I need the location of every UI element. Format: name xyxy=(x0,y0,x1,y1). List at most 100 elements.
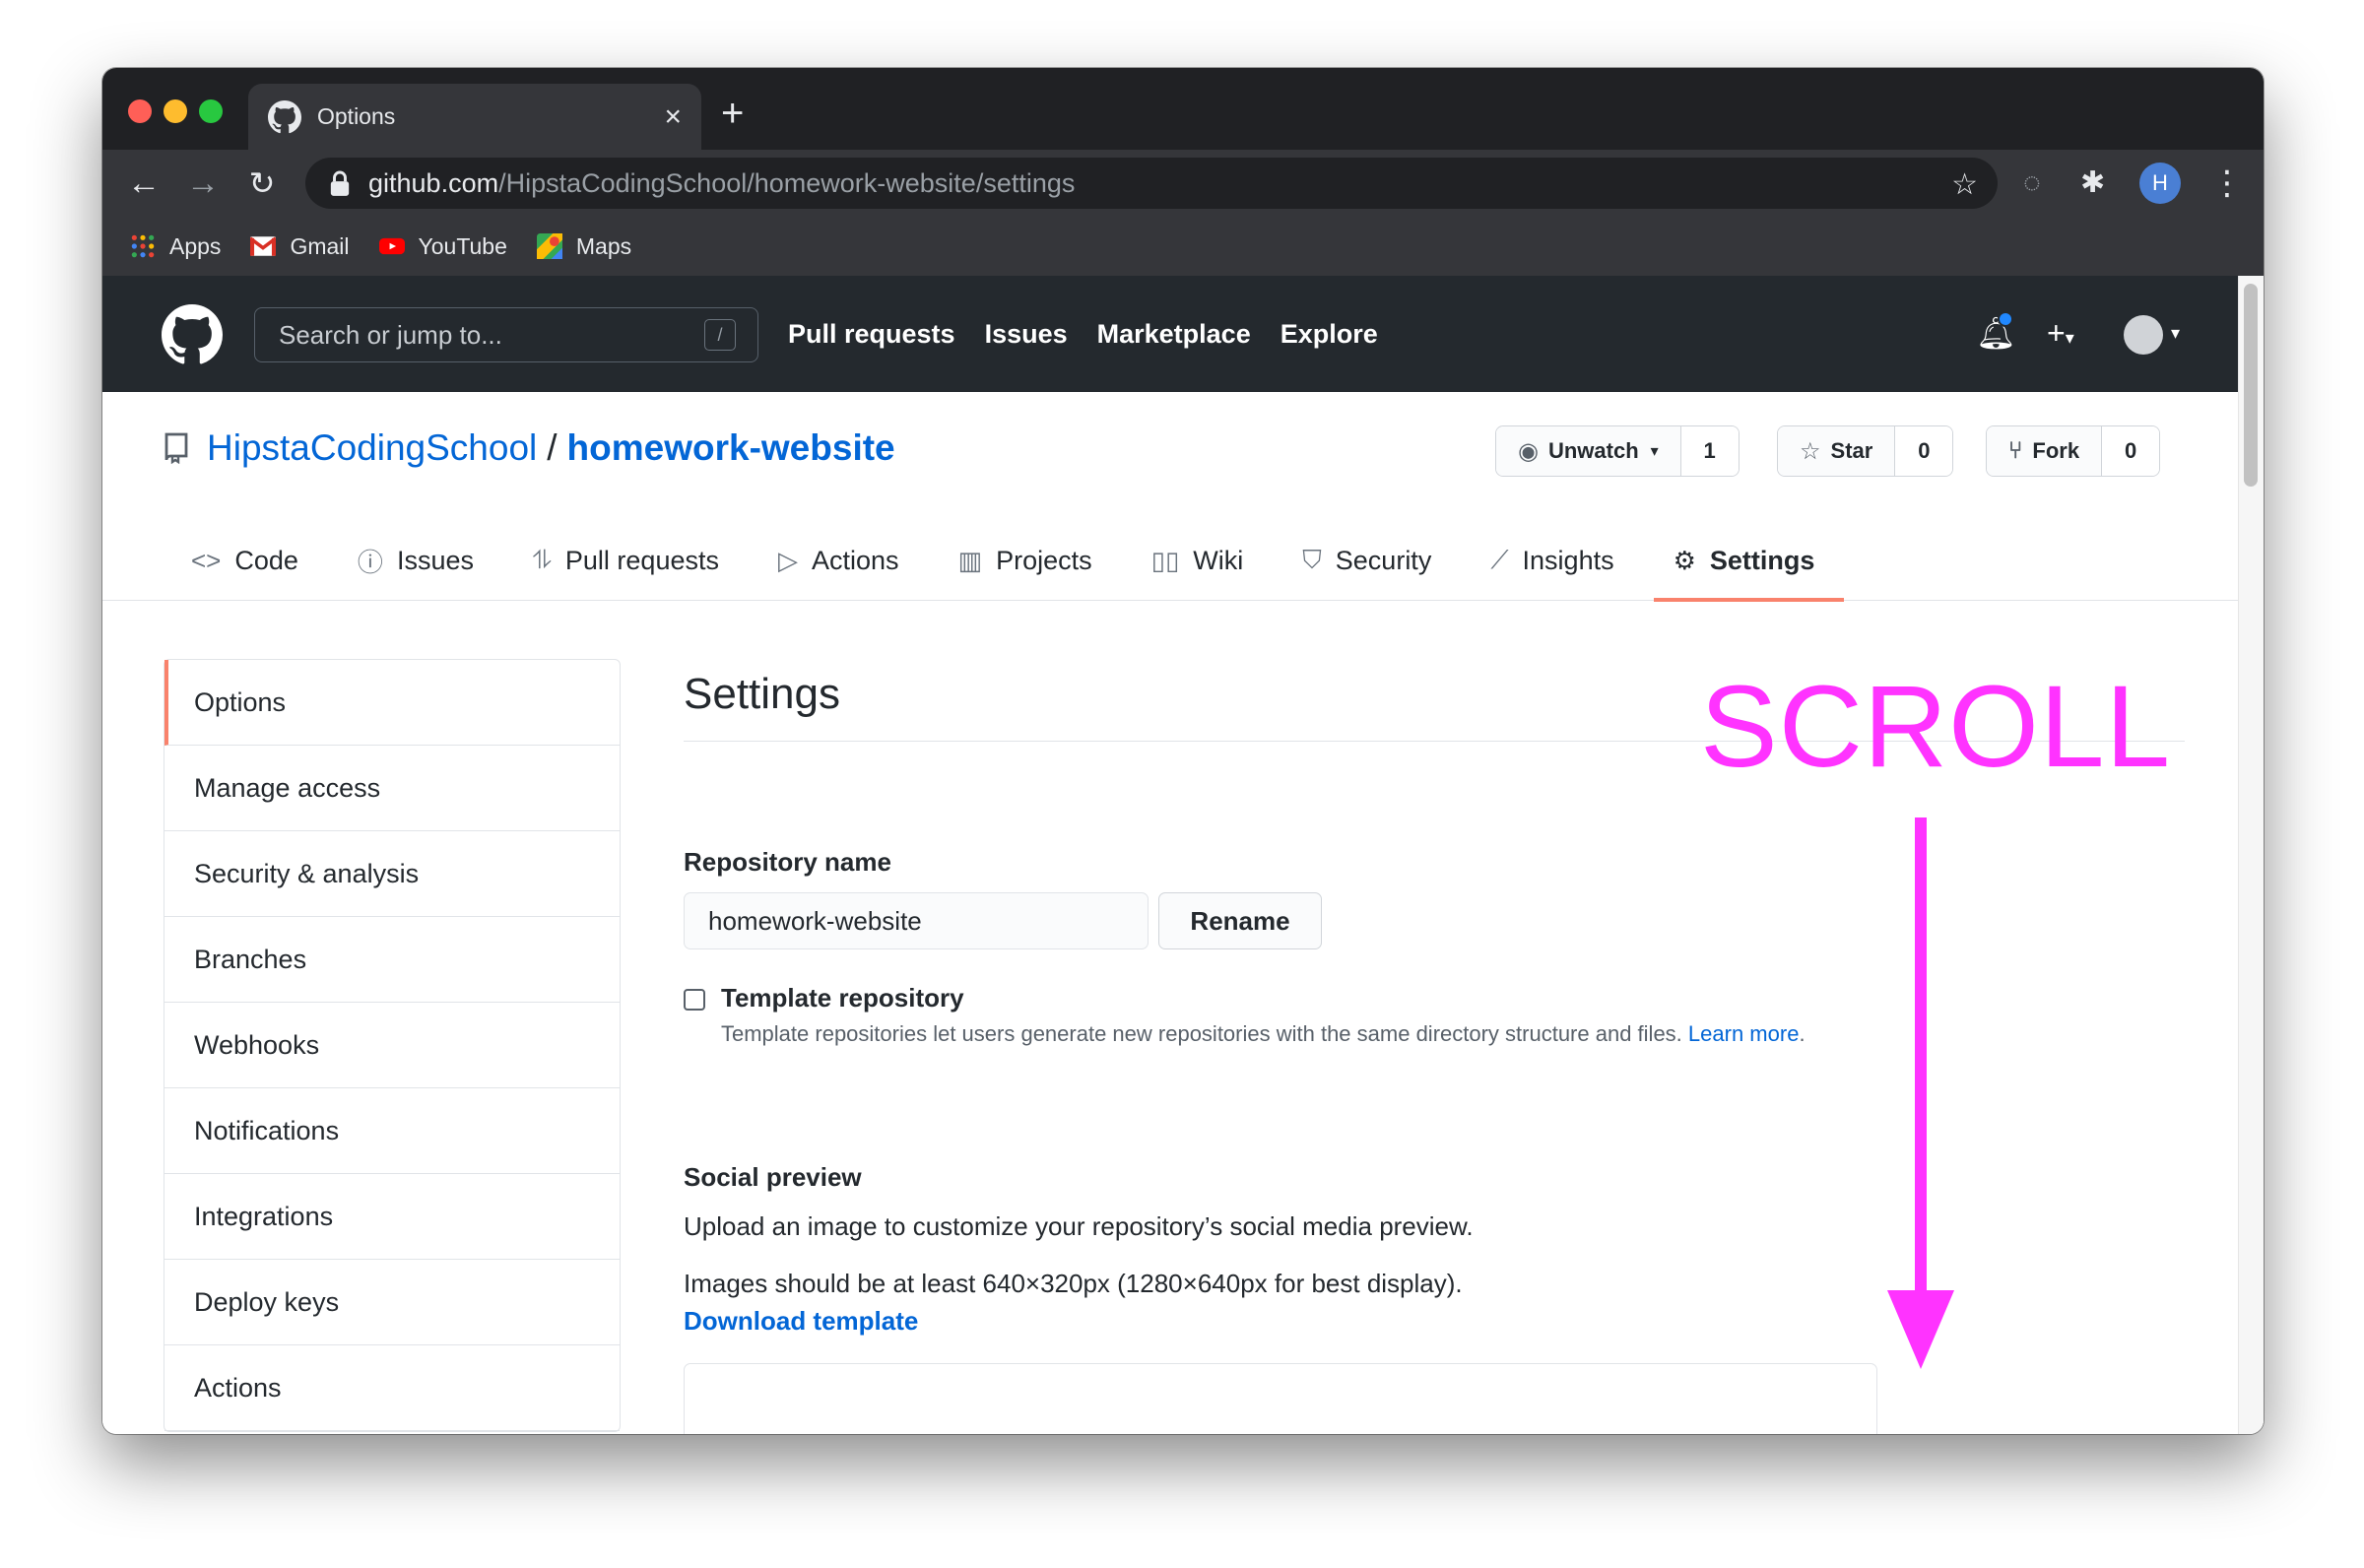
tab-projects[interactable]: ▥ Projects xyxy=(958,520,1092,601)
nav-pull-requests[interactable]: Pull requests xyxy=(788,319,955,350)
maximize-window-button[interactable] xyxy=(199,99,223,123)
extensions-puzzle-icon[interactable]: ✱ xyxy=(2080,165,2105,201)
repo-header: HipstaCodingSchool / homework-website ◉ … xyxy=(102,392,2238,602)
browser-tab-active[interactable]: Options × xyxy=(248,84,701,150)
fork-icon: ⑂ xyxy=(2008,437,2023,464)
forward-arrow-icon[interactable]: → xyxy=(183,163,223,203)
bookmark-apps[interactable]: Apps xyxy=(130,233,221,260)
pull-request-icon: ⥮ xyxy=(532,545,552,574)
code-icon: <> xyxy=(191,545,222,575)
tab-settings[interactable]: ⚙ Settings xyxy=(1653,520,1845,602)
maps-icon xyxy=(536,233,562,259)
bookmark-gmail[interactable]: Gmail xyxy=(250,233,350,260)
nav-explore[interactable]: Explore xyxy=(1280,319,1378,350)
browser-menu-icon[interactable]: ⋮ xyxy=(2210,160,2244,207)
user-avatar[interactable] xyxy=(2124,315,2163,355)
tab-label: Insights xyxy=(1522,545,1614,575)
tab-label: Security xyxy=(1335,545,1432,575)
play-icon: ▷ xyxy=(777,545,798,575)
sidebar-item-webhooks[interactable]: Webhooks xyxy=(164,1003,620,1088)
close-window-button[interactable] xyxy=(128,99,152,123)
tab-title: Options xyxy=(317,103,396,129)
apps-grid-icon xyxy=(131,234,155,258)
github-logo-icon[interactable] xyxy=(162,304,223,365)
sidebar-item-integrations[interactable]: Integrations xyxy=(164,1174,620,1260)
down-arrow-annotation-icon xyxy=(1887,817,1954,1369)
sidebar-item-actions[interactable]: Actions xyxy=(164,1345,620,1431)
star-button-group: ☆ Star 0 xyxy=(1777,425,1954,477)
new-tab-button[interactable]: + xyxy=(721,94,744,133)
bookmark-star-icon[interactable]: ☆ xyxy=(1951,167,1978,202)
tab-code[interactable]: <> Code xyxy=(191,520,298,601)
rename-button[interactable]: Rename xyxy=(1158,892,1322,949)
github-search-box[interactable]: / xyxy=(254,307,758,362)
sync-off-icon[interactable]: ◌ xyxy=(2023,165,2041,201)
bookmark-maps[interactable]: Maps xyxy=(536,233,631,260)
page-scrollbar[interactable] xyxy=(2238,276,2264,1434)
star-icon: ☆ xyxy=(1800,437,1821,465)
tab-label: Settings xyxy=(1709,545,1815,575)
tab-security[interactable]: ⛉ Security xyxy=(1302,520,1431,601)
tab-strip: Options × + xyxy=(102,68,2264,150)
tab-label: Code xyxy=(234,545,298,575)
bookmark-label: YouTube xyxy=(418,232,507,259)
star-button[interactable]: ☆ Star xyxy=(1778,426,1896,476)
tab-actions[interactable]: ▷ Actions xyxy=(778,520,899,601)
social-preview-upload-box[interactable] xyxy=(684,1363,1877,1434)
github-search-input[interactable] xyxy=(277,318,704,352)
bookmark-youtube[interactable]: YouTube xyxy=(378,232,507,260)
minimize-window-button[interactable] xyxy=(164,99,187,123)
bookmarks-bar: Apps Gmail YouTube Maps xyxy=(102,217,2264,276)
watchers-count[interactable]: 1 xyxy=(1680,426,1739,476)
gmail-icon xyxy=(250,236,277,256)
sidebar-item-notifications[interactable]: Notifications xyxy=(164,1088,620,1174)
template-repository-checkbox[interactable] xyxy=(684,989,705,1011)
reload-icon[interactable]: ↻ xyxy=(242,163,282,203)
tab-close-icon[interactable]: × xyxy=(664,101,682,132)
scrollbar-thumb[interactable] xyxy=(2244,284,2258,487)
lock-icon xyxy=(330,170,350,196)
tab-insights[interactable]: ⟋ Insights xyxy=(1490,520,1613,601)
slash-shortcut-hint: / xyxy=(704,319,736,351)
image-size-note: Images should be at least 640×320px (128… xyxy=(684,1269,1463,1298)
back-arrow-icon[interactable]: ← xyxy=(124,163,164,203)
repo-path-separator: / xyxy=(547,427,558,468)
stars-count[interactable]: 0 xyxy=(1895,426,1953,476)
github-favicon-icon xyxy=(268,99,301,133)
tab-pull-requests[interactable]: ⥮ Pull requests xyxy=(533,520,719,601)
profile-avatar[interactable]: H xyxy=(2139,163,2181,204)
chevron-down-icon[interactable]: ▾ xyxy=(2171,311,2180,355)
create-new-plus-icon[interactable]: +▾ xyxy=(2047,311,2074,359)
unwatch-button[interactable]: ◉ Unwatch ▾ xyxy=(1496,426,1681,476)
forks-count[interactable]: 0 xyxy=(2102,426,2160,476)
settings-side-menu: Options Manage access Security & analysi… xyxy=(164,659,621,1432)
repo-tab-nav: <> Code ⓘ Issues ⥮ Pull requests ▷ Actio… xyxy=(191,520,1873,602)
template-repository-label: Template repository xyxy=(721,983,964,1013)
repo-owner-link[interactable]: HipstaCodingSchool xyxy=(207,427,537,469)
sidebar-item-security-analysis[interactable]: Security & analysis xyxy=(164,831,620,917)
graph-icon: ⟋ xyxy=(1490,545,1509,574)
social-preview-description: Upload an image to customize your reposi… xyxy=(684,1211,1474,1241)
tab-issues[interactable]: ⓘ Issues xyxy=(358,520,474,601)
tab-label: Projects xyxy=(996,545,1092,575)
page-viewport[interactable]: / Pull requests Issues Marketplace Explo… xyxy=(102,276,2264,1434)
repo-name-link[interactable]: homework-website xyxy=(567,427,895,469)
nav-marketplace[interactable]: Marketplace xyxy=(1097,319,1251,350)
youtube-icon xyxy=(378,237,405,255)
fork-button[interactable]: ⑂ Fork xyxy=(1987,426,2103,476)
address-bar[interactable]: github.com/HipstaCodingSchool/homework-w… xyxy=(305,158,1998,209)
tab-wiki[interactable]: ▯▯ Wiki xyxy=(1151,520,1244,601)
nav-issues[interactable]: Issues xyxy=(985,319,1068,350)
caret-down-icon: ▾ xyxy=(1650,443,1659,460)
repository-name-input[interactable] xyxy=(684,892,1149,949)
sidebar-item-branches[interactable]: Branches xyxy=(164,917,620,1003)
gear-icon: ⚙ xyxy=(1673,545,1696,575)
sidebar-item-manage-access[interactable]: Manage access xyxy=(164,746,620,831)
sidebar-item-deploy-keys[interactable]: Deploy keys xyxy=(164,1260,620,1345)
download-template-link[interactable]: Download template xyxy=(684,1306,918,1337)
tab-label: Actions xyxy=(811,545,899,575)
tab-label: Issues xyxy=(396,545,474,575)
sidebar-item-options[interactable]: Options xyxy=(164,660,620,746)
learn-more-link[interactable]: Learn more xyxy=(1688,1021,1800,1046)
template-help-text: Template repositories let users generate… xyxy=(721,1021,1682,1046)
